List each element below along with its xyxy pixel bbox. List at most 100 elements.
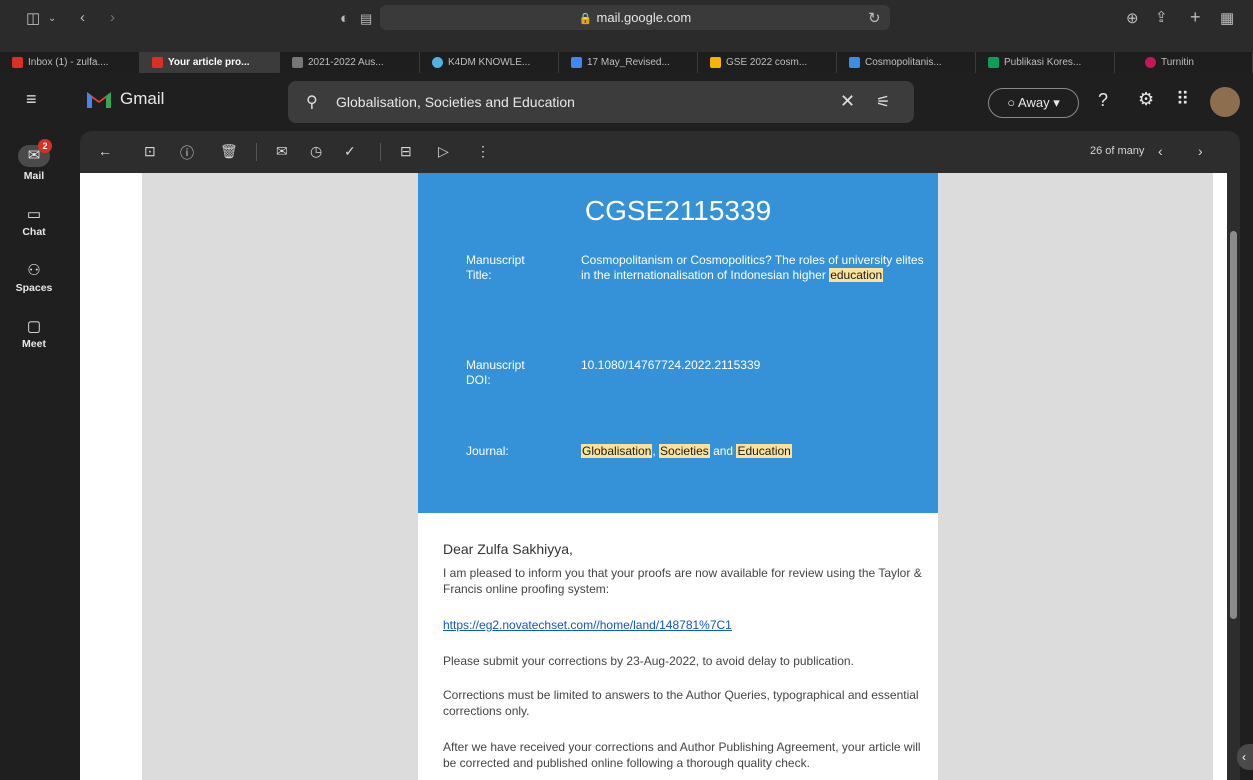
tab-17-may[interactable]: 17 May_Revised... [559,52,698,73]
more-options-icon[interactable]: ⋮ [476,143,490,160]
page-favicon-icon [432,57,443,68]
rail-item-mail[interactable]: ✉ 2 Mail [0,139,68,182]
rail-item-meet[interactable]: ▢ Meet [0,317,68,350]
sidebar-toggle-icon[interactable]: ◫ [26,9,40,29]
share-icon[interactable]: ⇪ [1155,8,1168,28]
body-paragraph: I am pleased to inform you that your pro… [443,566,922,596]
body-paragraph: After we have received your corrections … [443,740,921,770]
status-dropdown[interactable]: ○ Away ▾ [988,88,1079,118]
archive-icon[interactable]: ⊡ [144,143,156,160]
toolbar-divider [380,143,381,161]
email-content: CGSE2115339 Manuscript Title: Cosmopolit… [80,173,1240,780]
highlight: Education [736,444,792,458]
drive-favicon-icon [710,57,721,68]
title-value: Cosmopolitanism or Cosmopolitics? The ro… [581,253,924,282]
apps-grid-icon[interactable]: ⠿ [1176,89,1189,110]
pager-text: 26 of many [1090,145,1145,157]
content-margin [1213,173,1227,780]
page-favicon-icon [849,57,860,68]
rail-item-chat[interactable]: ▭ Chat [0,205,68,238]
back-icon[interactable]: ‹ [80,8,85,28]
docs-favicon-icon [571,57,582,68]
tab-k4dm[interactable]: K4DM KNOWLE... [420,52,559,73]
search-options-icon[interactable]: ⚟ [876,92,890,112]
email-body: Dear Zulfa Sakhiyya, I am pleased to inf… [418,513,938,780]
search-bar[interactable]: ⚲ Globalisation, Societies and Education… [288,81,914,123]
proof-link[interactable]: https://eg2.novatechset.com//home/land/1… [443,617,923,633]
highlight: Globalisation [581,444,653,458]
tab-gse-2022[interactable]: GSE 2022 cosm... [698,52,837,73]
search-input[interactable]: Globalisation, Societies and Education [336,94,575,110]
manuscript-info-box: CGSE2115339 Manuscript Title: Cosmopolit… [418,173,938,513]
reload-icon[interactable]: ↻ [868,9,881,29]
rail-item-spaces[interactable]: ⚇ Spaces [0,261,68,294]
chevron-down-icon[interactable]: ⌄ [48,9,56,29]
turnitin-favicon-icon [1145,57,1156,68]
drive-favicon-icon [988,57,999,68]
label-icon[interactable]: ▷ [438,143,449,160]
toolbar-divider [256,143,257,161]
spaces-icon: ⚇ [27,262,41,279]
status-circle-icon: ○ [1007,95,1016,110]
scrollbar-thumb[interactable] [1230,231,1237,619]
caret-down-icon: ▾ [1053,95,1060,110]
move-to-icon[interactable]: ⊟ [400,143,412,160]
scrollbar[interactable] [1227,173,1240,780]
privacy-shield-icon[interactable]: ◐ [340,9,349,29]
chat-icon: ▭ [26,206,42,223]
tab-bar: Inbox (1) - zulfa.... Your article pro..… [0,52,1253,73]
tab-your-article[interactable]: Your article pro... [140,52,280,73]
tab-publikasi[interactable]: Publikasi Kores... [976,52,1115,73]
body-paragraph: Please submit your corrections by 23-Aug… [443,654,854,668]
body-paragraph: Corrections must be limited to answers t… [443,688,919,718]
mark-unread-icon[interactable]: ✉ [276,143,288,160]
settings-gear-icon[interactable]: ⚙ [1138,89,1154,110]
page-favicon-icon [292,57,303,68]
left-rail: ✉ 2 Mail ▭ Chat ⚇ Spaces ▢ Meet [0,129,68,780]
gmail-favicon-icon [12,57,23,68]
manuscript-code: CGSE2115339 [584,195,772,226]
tab-inbox[interactable]: Inbox (1) - zulfa.... [0,52,140,73]
journal-value: Globalisation, Societies and Education [581,444,792,458]
report-spam-icon[interactable]: ⓘ [180,143,194,163]
forward-icon[interactable]: › [110,8,115,28]
doi-value: 10.1080/14767724.2022.2115339 [581,358,761,372]
gmail-favicon-icon [152,57,163,68]
tab-2021-2022[interactable]: 2021-2022 Aus... [280,52,420,73]
gmail-header: ≡ Gmail ⚲ Globalisation, Societies and E… [0,73,1253,129]
download-icon[interactable]: ⊕ [1126,9,1139,29]
search-icon[interactable]: ⚲ [306,92,318,112]
url-text: mail.google.com [596,10,692,25]
tab-turnitin[interactable]: Turnitin [1115,52,1253,73]
doi-label: Manuscript DOI: [466,358,525,387]
help-icon[interactable]: ? [1098,90,1108,111]
browser-toolbar: ◫ ⌄ ‹ › ◐ ▤ 🔒 mail.google.com ↻ ⊕ ⇪ + ▦ [0,0,1253,52]
back-arrow-icon[interactable]: ← [98,143,112,159]
gmail-logo-icon[interactable] [86,89,112,109]
greeting: Dear Zulfa Sakhiyya, [443,541,573,557]
newer-chevron-icon[interactable]: ‹ [1158,143,1163,159]
video-camera-icon: ▢ [26,318,42,335]
delete-icon[interactable]: 🗑 [220,143,238,160]
lock-icon: 🔒 [578,13,593,25]
message-toolbar: ← ⊡ ⓘ 🗑 ✉ ◷ ✓ ⊟ ▷ ⋮ 26 of many ‹ › [80,131,1240,173]
highlight: education [829,268,884,282]
snooze-icon[interactable]: ◷ [310,143,322,160]
address-bar[interactable]: 🔒 mail.google.com [380,5,890,30]
highlight: Societies [659,444,710,458]
clear-search-icon[interactable]: ✕ [840,91,855,112]
mail-icon: ✉ 2 [18,139,52,167]
new-tab-icon[interactable]: + [1190,7,1201,27]
older-chevron-icon[interactable]: › [1198,143,1203,159]
main-menu-icon[interactable]: ≡ [26,89,37,110]
avatar[interactable] [1210,87,1240,117]
unread-badge: 2 [38,139,52,153]
add-to-tasks-icon[interactable]: ✓ [344,143,356,160]
reader-icon[interactable]: ▤ [360,9,372,29]
side-panel-toggle-icon[interactable]: ‹ [1237,744,1253,770]
tab-cosmopolitanis[interactable]: Cosmopolitanis... [837,52,976,73]
title-label: Manuscript Title: [466,253,525,282]
tab-overview-icon[interactable]: ▦ [1220,9,1234,29]
content-margin [80,173,142,780]
gmail-logo-text: Gmail [120,89,165,108]
